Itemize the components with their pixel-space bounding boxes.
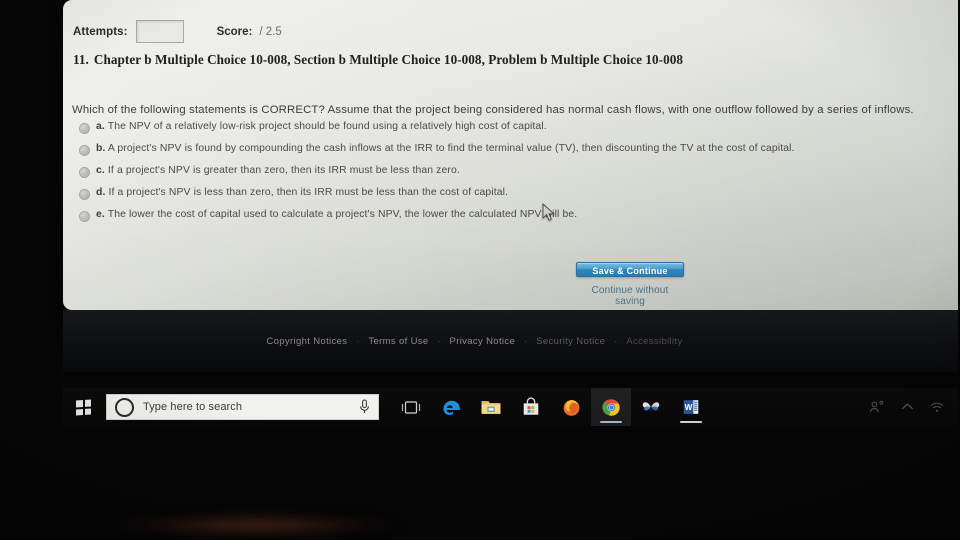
photographed-screen: Attempts: Score: / 2.5 11. Chapter b Mult…	[0, 0, 960, 540]
active-app-indicator	[600, 421, 622, 423]
answer-choice-a[interactable]: a. The NPV of a relatively low-risk proj…	[79, 120, 939, 142]
answer-choice-b[interactable]: b. A project's NPV is found by compoundi…	[79, 142, 939, 164]
answer-choice-list: a. The NPV of a relatively low-risk proj…	[79, 120, 939, 230]
firefox-button[interactable]	[551, 388, 591, 426]
answer-choice-label: b. A project's NPV is found by compoundi…	[96, 142, 795, 155]
microsoft-word-icon: W	[683, 400, 699, 414]
microsoft-edge-button[interactable]	[431, 388, 471, 426]
action-area: Save & Continue Continue without saving	[576, 262, 756, 307]
continue-without-saving-link[interactable]: Continue without saving	[576, 285, 684, 307]
footer-link-terms-of-use[interactable]: Terms of Use	[368, 336, 428, 347]
people-share-icon	[870, 400, 884, 413]
start-button[interactable]	[63, 388, 103, 426]
radio-button-icon[interactable]	[79, 167, 90, 178]
assignment-header: Attempts: Score: / 2.5	[73, 20, 282, 43]
footer-link-list: Copyright Notices · Terms of Use · Priva…	[266, 336, 682, 347]
network-icon	[930, 402, 944, 412]
microsoft-edge-icon	[442, 400, 460, 415]
search-box[interactable]: Type here to search	[106, 394, 379, 420]
choice-letter-e: e.	[96, 209, 105, 220]
question-stem: Which of the following statements is COR…	[72, 104, 914, 116]
footer-separator: ·	[614, 336, 618, 346]
radio-button-icon[interactable]	[79, 189, 90, 200]
people-button[interactable]	[862, 388, 892, 426]
choice-text-a: The NPV of a relatively low-risk project…	[107, 121, 547, 132]
search-input[interactable]: Type here to search	[143, 401, 359, 413]
choice-text-d: If a project's NPV is less than zero, th…	[108, 187, 509, 198]
task-view-button[interactable]	[391, 388, 431, 426]
choice-letter-a: a.	[96, 121, 105, 132]
svg-text:W: W	[685, 403, 693, 412]
system-tray	[862, 388, 958, 426]
site-footer: Copyright Notices · Terms of Use · Priva…	[63, 310, 958, 372]
firefox-icon	[563, 399, 579, 416]
problem-number: 11.	[73, 52, 89, 67]
choice-letter-b: b.	[96, 143, 106, 154]
answer-choice-c[interactable]: c. If a project's NPV is greater than ze…	[79, 164, 939, 186]
microsoft-word-button[interactable]: W	[671, 388, 711, 426]
footer-link-copyright-notices[interactable]: Copyright Notices	[266, 336, 347, 347]
windows-taskbar: Type here to search W	[63, 388, 958, 426]
exam-question-page: Attempts: Score: / 2.5 11. Chapter b Mult…	[63, 0, 958, 310]
active-app-indicator	[680, 421, 702, 423]
show-hidden-icons-button[interactable]	[892, 388, 922, 426]
mouse-pointer-icon	[542, 203, 555, 221]
chevron-up-icon	[901, 403, 913, 410]
footer-separator: ·	[437, 336, 441, 346]
choice-letter-c: c.	[96, 165, 105, 176]
butterfly-app-button[interactable]	[631, 388, 671, 426]
google-chrome-icon	[601, 398, 620, 416]
attempts-input[interactable]	[135, 20, 184, 43]
choice-text-b: A project's NPV is found by compounding …	[107, 143, 795, 154]
butterfly-icon	[642, 402, 660, 412]
radio-button-icon[interactable]	[79, 211, 90, 222]
score-label: Score:	[216, 25, 253, 38]
answer-choice-d[interactable]: d. If a project's NPV is less than zero,…	[79, 186, 939, 208]
file-explorer-icon	[481, 401, 501, 414]
answer-choice-label: c. If a project's NPV is greater than ze…	[96, 164, 460, 177]
taskbar-buttons: W	[391, 388, 711, 426]
footer-link-accessibility[interactable]: Accessibility	[626, 336, 682, 347]
score-value: / 2.5	[259, 25, 282, 38]
answer-choice-label: e. The lower the cost of capital used to…	[96, 208, 577, 221]
windows-logo-icon	[75, 398, 91, 416]
network-button[interactable]	[922, 388, 952, 426]
file-explorer-button[interactable]	[471, 388, 511, 426]
answer-choice-label: d. If a project's NPV is less than zero,…	[96, 186, 508, 199]
google-chrome-button[interactable]	[591, 388, 631, 426]
answer-choice-e[interactable]: e. The lower the cost of capital used to…	[79, 208, 939, 230]
problem-title: 11. Chapter b Multiple Choice 10-008, Sec…	[73, 52, 683, 68]
cortana-circle-icon[interactable]	[115, 397, 134, 417]
microsoft-store-icon	[523, 397, 539, 415]
radio-button-icon[interactable]	[79, 123, 90, 134]
choice-letter-d: d.	[96, 187, 106, 198]
task-view-icon	[401, 400, 421, 414]
save-and-continue-button[interactable]: Save & Continue	[576, 262, 684, 277]
choice-text-c: If a project's NPV is greater than zero,…	[107, 165, 460, 176]
footer-link-privacy-notice[interactable]: Privacy Notice	[450, 336, 516, 347]
footer-separator: ·	[524, 336, 528, 346]
microphone-icon[interactable]	[359, 399, 370, 415]
problem-title-text: Chapter b Multiple Choice 10-008, Sectio…	[93, 52, 684, 67]
attempts-label: Attempts:	[73, 25, 128, 38]
footer-link-security-notice[interactable]: Security Notice	[536, 336, 605, 347]
choice-text-e: The lower the cost of capital used to ca…	[107, 209, 578, 220]
photo-light-reflection	[110, 512, 400, 538]
radio-button-icon[interactable]	[79, 145, 90, 156]
footer-separator: ·	[356, 336, 360, 346]
microsoft-store-button[interactable]	[511, 388, 551, 426]
answer-choice-label: a. The NPV of a relatively low-risk proj…	[96, 120, 547, 133]
